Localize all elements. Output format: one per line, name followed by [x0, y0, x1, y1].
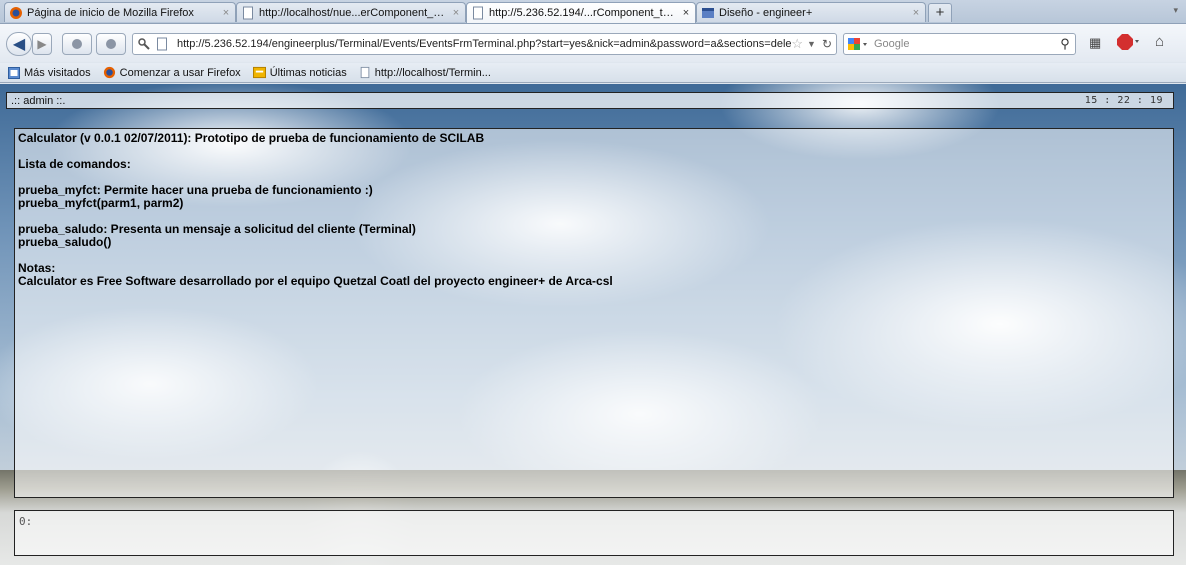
notes: Notas: Calculator es Free Software desar… [18, 262, 1170, 288]
tab-firefox-home[interactable]: Página de inicio de Mozilla Firefox × [4, 2, 236, 22]
firefox-icon [10, 6, 22, 19]
home-icon[interactable]: ⌂ [1155, 33, 1164, 50]
command-input[interactable]: 0: [14, 510, 1174, 556]
most-visited-icon [8, 66, 20, 79]
forward-arrow-icon: ▶ [37, 37, 47, 51]
tab-localhost-terminal[interactable]: http://localhost/nue...erComponent_termi… [236, 2, 466, 22]
search-bar[interactable]: Google ⚲ [843, 33, 1076, 55]
prompt: 0: [19, 515, 33, 528]
page-icon [243, 6, 253, 19]
tab-title: http://5.236.52.194/...rComponent_termin… [489, 7, 677, 19]
page-content: .:: admin ::. 15 : 22 : 19 Calculator (v… [0, 84, 1186, 565]
command-description: prueba_myfct: Permite hacer una prueba d… [18, 183, 373, 197]
firefox-icon [103, 66, 115, 79]
grid-menu-icon[interactable]: ▦ [1089, 35, 1101, 51]
url-history-dropdown-icon[interactable]: ▼ [807, 39, 816, 49]
terminal-header: Calculator (v 0.0.1 02/07/2011): Prototi… [18, 131, 485, 145]
bookmark-label: Comenzar a usar Firefox [119, 66, 241, 79]
tab-title: Diseño - engineer+ [719, 6, 813, 19]
bookmark-label: Últimas noticias [269, 66, 347, 79]
list-all-tabs-icon[interactable]: ▾ [1173, 5, 1178, 16]
new-tab-button[interactable]: + [928, 3, 952, 22]
back-arrow-icon: ◀ [12, 36, 26, 53]
tab-strip: Página de inicio de Mozilla Firefox × ht… [0, 0, 1186, 24]
addon-button-2[interactable] [96, 33, 126, 55]
page-icon [473, 6, 483, 20]
commands-heading: Lista de comandos: [18, 157, 131, 171]
terminal-output: Calculator (v 0.0.1 02/07/2011): Prototi… [14, 128, 1174, 498]
tab-title: Página de inicio de Mozilla Firefox [27, 6, 194, 19]
tab-remote-terminal[interactable]: http://5.236.52.194/...rComponent_termin… [466, 2, 696, 23]
page-icon [157, 37, 167, 51]
url-bar[interactable]: http://5.236.52.194/engineerplus/Termina… [132, 33, 837, 55]
addon-icon [106, 39, 116, 49]
bookmark-label: http://localhost/Termin... [374, 66, 491, 79]
page-icon [360, 66, 370, 79]
bookmark-localhost-terminal[interactable]: http://localhost/Termin... [359, 66, 491, 79]
command-syntax: prueba_myfct(parm1, parm2) [18, 196, 184, 210]
user-status-bar: .:: admin ::. 15 : 22 : 19 [6, 92, 1174, 109]
bookmark-star-icon[interactable]: ☆ [791, 36, 803, 52]
back-button[interactable]: ◀ [6, 32, 32, 56]
navigation-bar: ◀ ▶ http://5.236.52.194/engineerplus/Ter… [0, 24, 1186, 62]
addon-icon [72, 39, 82, 49]
command-saludo: prueba_saludo: Presenta un mensaje a sol… [18, 223, 1170, 249]
bookmark-latest-news[interactable]: Últimas noticias [252, 66, 347, 79]
google-search-engine-icon[interactable] [848, 37, 870, 51]
search-icon[interactable]: ⚲ [1055, 36, 1075, 52]
reload-icon[interactable]: ↻ [822, 37, 832, 51]
bookmarks-toolbar: Más visitados Comenzar a usar Firefox Úl… [0, 63, 1186, 83]
site-identity-icon[interactable] [137, 37, 151, 51]
username-label: .:: admin ::. [11, 94, 66, 107]
close-tab-icon[interactable]: × [911, 7, 921, 19]
rss-icon [252, 66, 266, 79]
forward-button[interactable]: ▶ [32, 33, 52, 55]
command-syntax: prueba_saludo() [18, 235, 112, 249]
clock: 15 : 22 : 19 [1084, 95, 1163, 106]
tab-title: http://localhost/nue...erComponent_termi… [259, 6, 447, 19]
command-description: prueba_saludo: Presenta un mensaje a sol… [18, 222, 416, 236]
close-tab-icon[interactable]: × [451, 7, 461, 19]
bookmark-getting-started[interactable]: Comenzar a usar Firefox [103, 66, 241, 79]
site-icon [702, 7, 714, 18]
command-myfct: prueba_myfct: Permite hacer una prueba d… [18, 184, 1170, 210]
tab-diseno-engineer[interactable]: Diseño - engineer+ × [696, 2, 926, 22]
adblock-icon[interactable] [1117, 34, 1141, 50]
search-placeholder: Google [874, 38, 910, 50]
url-text[interactable]: http://5.236.52.194/engineerplus/Termina… [177, 38, 791, 50]
close-tab-icon[interactable]: × [681, 7, 691, 19]
close-tab-icon[interactable]: × [221, 7, 231, 19]
bookmark-label: Más visitados [24, 66, 91, 79]
addon-button-1[interactable] [62, 33, 92, 55]
bookmark-most-visited[interactable]: Más visitados [8, 66, 91, 79]
notes-text: Calculator es Free Software desarrollado… [18, 274, 613, 288]
